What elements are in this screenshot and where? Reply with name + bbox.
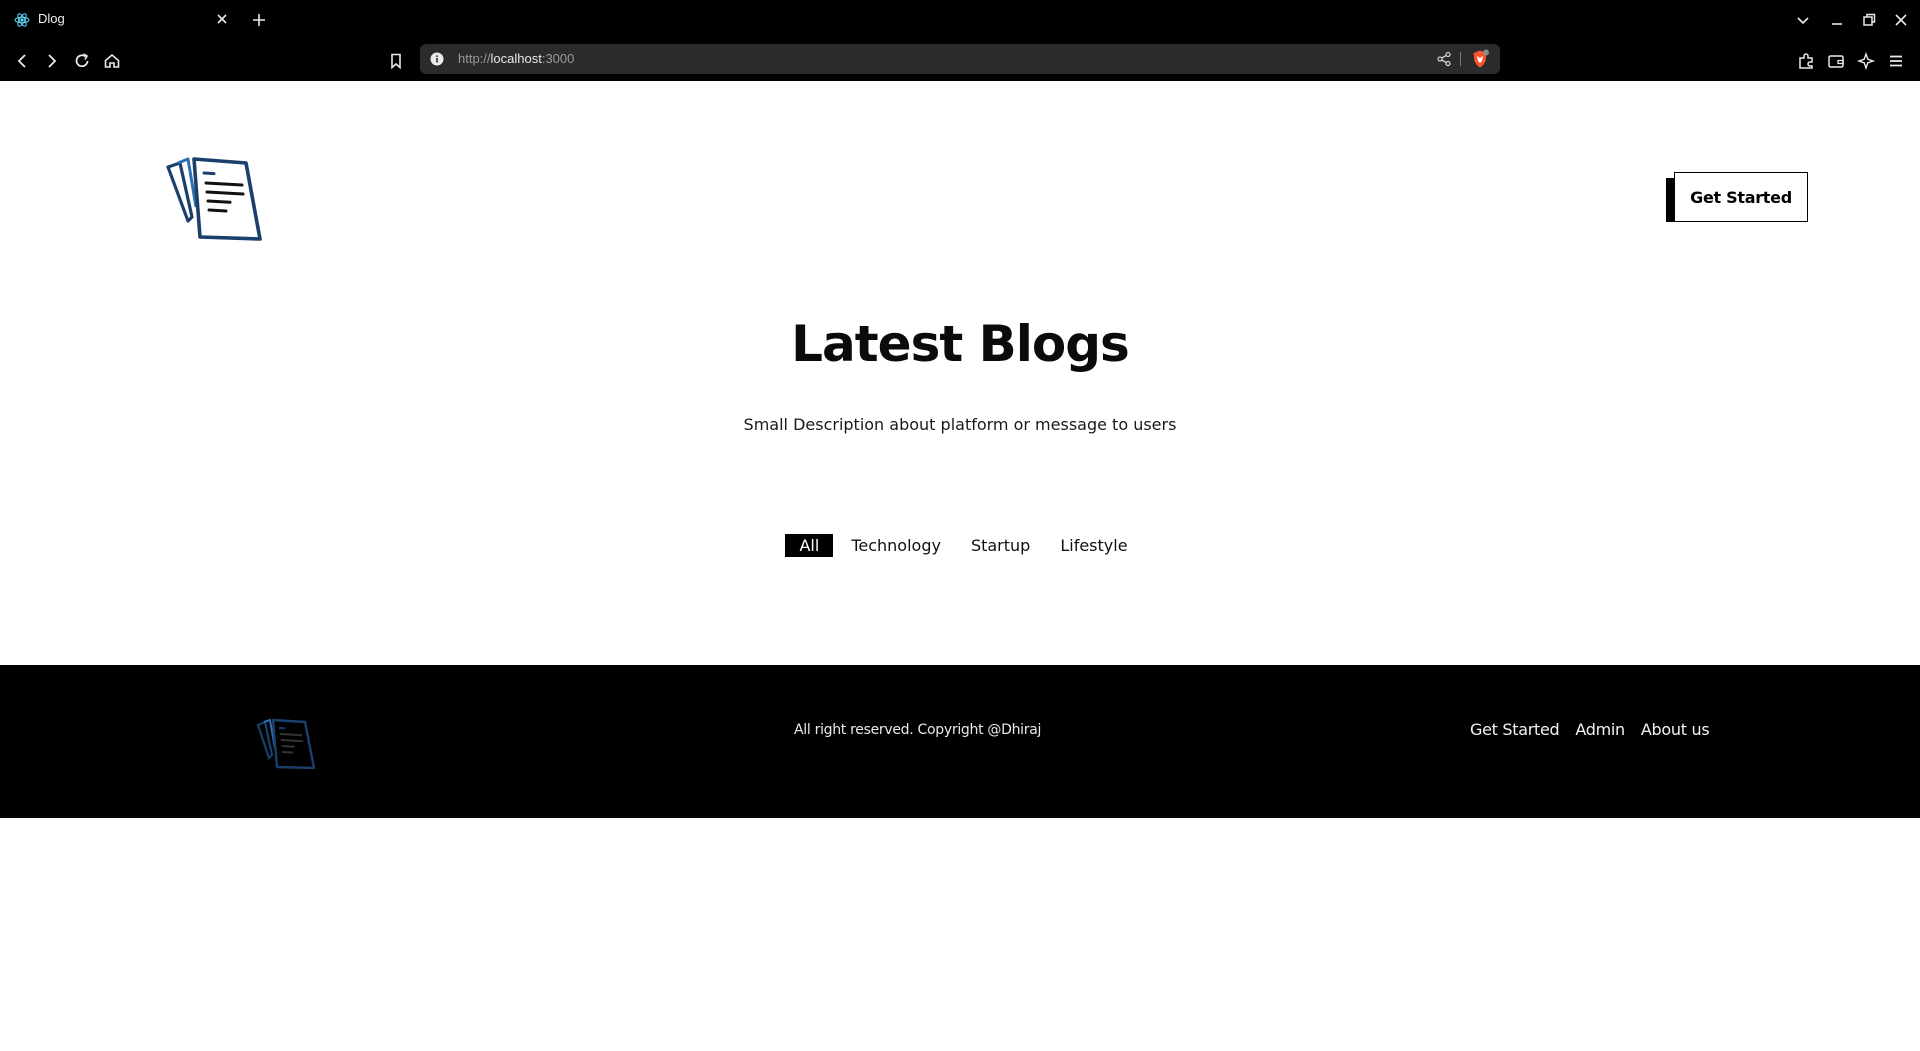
- share-icon[interactable]: [1436, 51, 1452, 67]
- site-info-icon[interactable]: [430, 52, 444, 66]
- filter-technology[interactable]: Technology: [839, 533, 953, 558]
- browser-toolbar: http://localhost:3000: [0, 40, 1920, 81]
- forward-icon[interactable]: [42, 51, 62, 71]
- home-icon[interactable]: [102, 51, 122, 71]
- filter-lifestyle[interactable]: Lifestyle: [1048, 533, 1139, 558]
- footer-link-get-started[interactable]: Get Started: [1470, 720, 1560, 739]
- browser-chrome: Dlog http://localhost:3000: [0, 0, 1920, 81]
- get-started-cta[interactable]: Get Started: [1666, 172, 1808, 230]
- document-stack-logo[interactable]: [166, 155, 264, 241]
- back-icon[interactable]: [12, 51, 32, 71]
- address-bar[interactable]: http://localhost:3000: [420, 44, 1500, 74]
- minimize-icon[interactable]: [1828, 11, 1846, 29]
- url-port: :3000: [541, 51, 575, 66]
- filter-all[interactable]: All: [785, 533, 834, 557]
- react-icon: [14, 13, 30, 27]
- filter-startup[interactable]: Startup: [959, 533, 1042, 558]
- url-scheme: http://: [458, 51, 491, 66]
- get-started-button[interactable]: Get Started: [1674, 172, 1808, 222]
- tab-title: Dlog: [38, 11, 65, 26]
- footer-logo[interactable]: [256, 717, 316, 769]
- tab-strip: Dlog: [0, 0, 1920, 40]
- url-host: localhost: [490, 51, 542, 66]
- page-content: Get Started Latest Blogs Small Descripti…: [0, 81, 1920, 1051]
- close-window-icon[interactable]: [1892, 11, 1910, 29]
- extensions-icon[interactable]: [1796, 51, 1816, 71]
- footer-nav: Get Started Admin About us: [1470, 720, 1710, 739]
- reload-icon[interactable]: [72, 51, 92, 71]
- bookmark-icon[interactable]: [386, 51, 406, 71]
- brave-shields-icon[interactable]: [1470, 49, 1490, 69]
- address-bar-divider: [1460, 52, 1461, 66]
- close-tab-icon[interactable]: [214, 11, 230, 27]
- category-filter-bar: All Technology Startup Lifestyle: [0, 532, 1920, 558]
- menu-icon[interactable]: [1886, 51, 1906, 71]
- tab-search-chevron-icon[interactable]: [1794, 11, 1812, 29]
- wallet-icon[interactable]: [1826, 51, 1846, 71]
- browser-tab[interactable]: Dlog: [0, 0, 240, 40]
- footer-link-about-us[interactable]: About us: [1641, 720, 1710, 739]
- footer: All right reserved. Copyright @Dhiraj Ge…: [0, 665, 1920, 818]
- page-title: Latest Blogs: [791, 315, 1130, 373]
- footer-link-admin[interactable]: Admin: [1575, 720, 1625, 739]
- url-text: http://localhost:3000: [458, 51, 574, 66]
- new-tab-icon[interactable]: [250, 11, 268, 29]
- page-subtitle: Small Description about platform or mess…: [743, 415, 1177, 434]
- restore-icon[interactable]: [1860, 11, 1878, 29]
- copyright-text: All right reserved. Copyright @Dhiraj: [794, 722, 1042, 738]
- leo-ai-icon[interactable]: [1856, 51, 1876, 71]
